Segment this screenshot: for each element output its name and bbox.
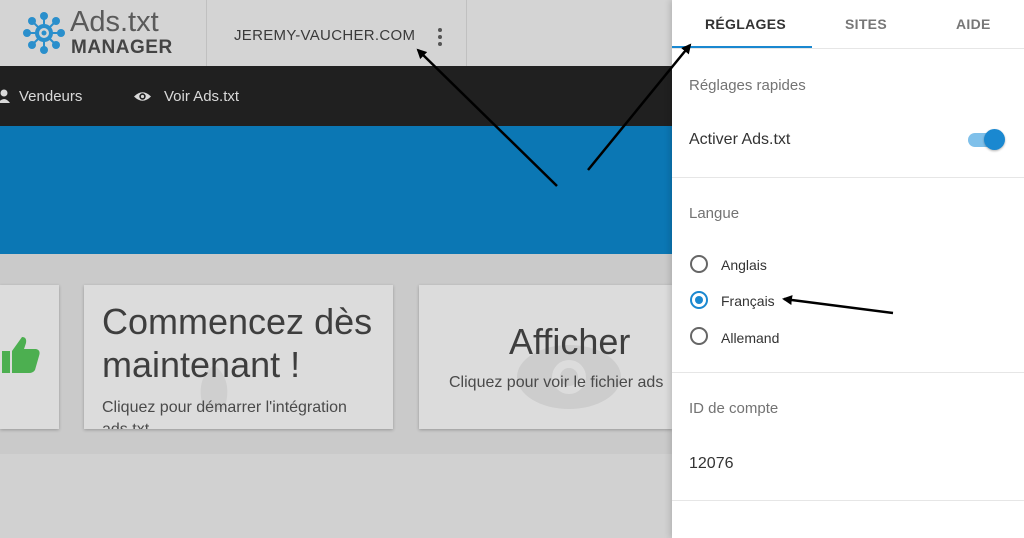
logo-subtitle: MANAGER: [71, 37, 173, 58]
radio-label-french: Français: [721, 293, 775, 309]
more-vert-icon[interactable]: [434, 27, 446, 47]
logo-title: Ads.txt: [70, 6, 159, 38]
page-background: [0, 454, 672, 538]
language-heading: Langue: [689, 205, 740, 222]
active-tab-indicator: [672, 46, 812, 48]
card-subtitle: Cliquez pour voir le fichier ads: [449, 374, 664, 391]
card-title: Afficher: [509, 321, 631, 362]
radio-label-english: Anglais: [721, 257, 767, 273]
eye-icon: [134, 92, 151, 101]
nav-bar: [0, 66, 672, 126]
card-title-line: maintenant !: [102, 344, 301, 385]
card-title-line: Commencez dès: [102, 301, 373, 342]
card-get-started[interactable]: Commencez dès maintenant ! Cliquez pour …: [84, 285, 393, 429]
tabs-divider: [672, 48, 1024, 49]
nav-item-view-ads[interactable]: Voir Ads.txt: [164, 88, 239, 105]
card-feedback[interactable]: [0, 285, 59, 429]
section-divider: [672, 372, 1024, 373]
tab-settings[interactable]: RÉGLAGES: [705, 16, 786, 32]
card-view[interactable]: Afficher Cliquez pour voir le fichier ad…: [419, 285, 672, 429]
account-id-heading: ID de compte: [689, 400, 779, 417]
logo-icon: [23, 12, 65, 54]
ads-toggle[interactable]: [984, 129, 1005, 150]
section-divider: [672, 500, 1024, 501]
card-subtitle: Cliquez pour démarrer l'intégration: [102, 399, 347, 416]
thumbs-up-icon: [2, 337, 40, 373]
card-subtitle: ads.txt: [102, 419, 149, 429]
radio-label-german: Allemand: [721, 330, 780, 346]
nav-item-vendors[interactable]: Vendeurs: [19, 88, 82, 105]
site-selector[interactable]: JEREMY-VAUCHER.COM: [234, 27, 415, 44]
quick-settings-heading: Réglages rapides: [689, 77, 806, 94]
radio-french[interactable]: [690, 291, 708, 309]
section-divider: [672, 177, 1024, 178]
account-id-value: 12076: [689, 455, 734, 472]
radio-english[interactable]: [690, 255, 708, 273]
tab-help[interactable]: AIDE: [956, 16, 991, 32]
header-divider: [206, 0, 207, 66]
person-icon: [0, 89, 10, 103]
header-divider: [466, 0, 467, 66]
radio-german[interactable]: [690, 327, 708, 345]
toggle-label: Activer Ads.txt: [689, 131, 791, 148]
hero-banner: [0, 126, 672, 254]
tab-sites[interactable]: SITES: [845, 16, 887, 32]
